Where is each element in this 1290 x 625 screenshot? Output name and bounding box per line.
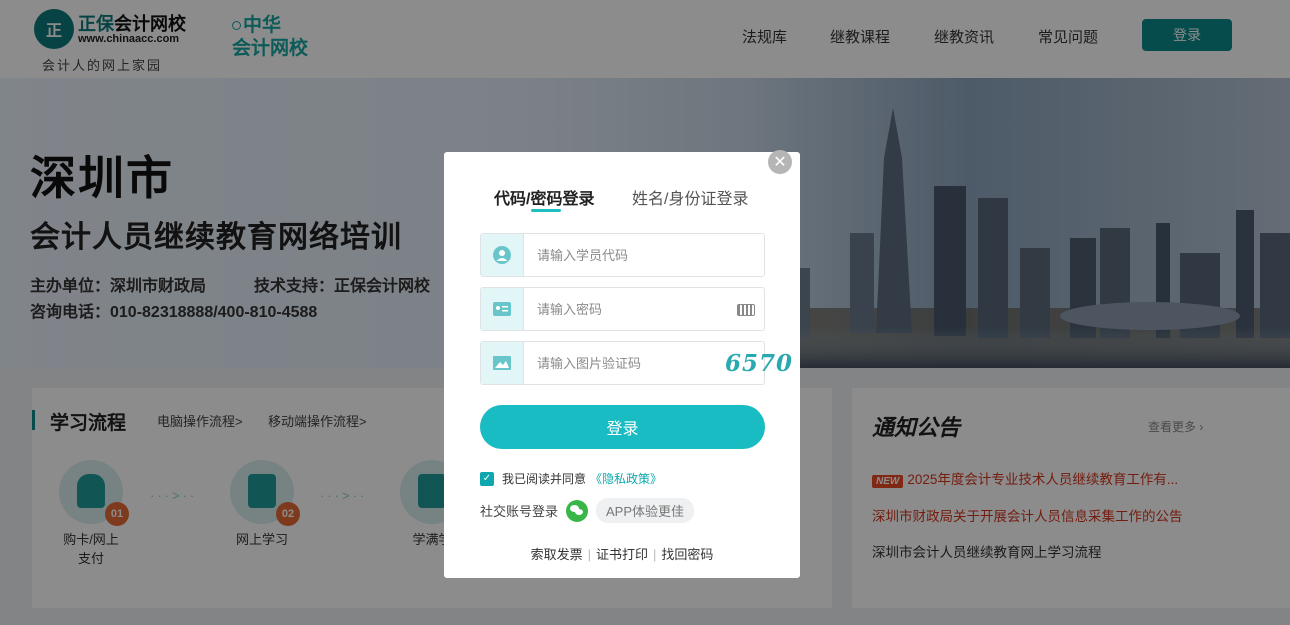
login-submit-button[interactable]: 登录 [480, 405, 765, 449]
wechat-icon[interactable] [566, 499, 589, 522]
privacy-agreement: ✓ 我已阅读并同意 《隐私政策》 [480, 470, 662, 487]
agree-text: 我已阅读并同意 [502, 472, 587, 486]
certificate-print-link[interactable]: 证书打印 [596, 547, 648, 562]
invoice-link[interactable]: 索取发票 [531, 547, 583, 562]
privacy-policy-link[interactable]: 《隐私政策》 [590, 470, 662, 487]
social-login-label: 社交账号登录 [480, 504, 559, 519]
image-icon [481, 342, 524, 384]
password-input[interactable] [525, 288, 685, 330]
password-field [480, 287, 765, 331]
tab-name-id-login[interactable]: 姓名/身份证登录 [632, 185, 748, 209]
active-tab-indicator [531, 209, 561, 212]
social-login: 社交账号登录 APP体验更佳 [480, 498, 695, 523]
captcha-field: 6570 [480, 341, 792, 385]
app-promo-pill[interactable]: APP体验更佳 [596, 498, 695, 523]
student-code-field [480, 233, 765, 277]
student-code-input[interactable] [525, 234, 685, 276]
agree-checkbox[interactable]: ✓ [480, 471, 494, 486]
captcha-image[interactable]: 6570 [725, 350, 793, 377]
tab-code-password-login[interactable]: 代码/密码登录 [494, 185, 594, 209]
close-icon[interactable]: ✕ [768, 150, 792, 174]
keyboard-icon[interactable] [737, 304, 755, 316]
recover-password-link[interactable]: 找回密码 [661, 547, 713, 562]
modal-footer-links: 索取发票 | 证书打印 | 找回密码 [530, 547, 714, 562]
login-modal: ✕ 代码/密码登录 姓名/身份证登录 6570 登录 ✓ 我已阅读并同意 《隐私… [444, 150, 800, 578]
captcha-input[interactable] [525, 342, 685, 384]
id-card-icon [481, 288, 524, 330]
user-icon [481, 234, 524, 276]
